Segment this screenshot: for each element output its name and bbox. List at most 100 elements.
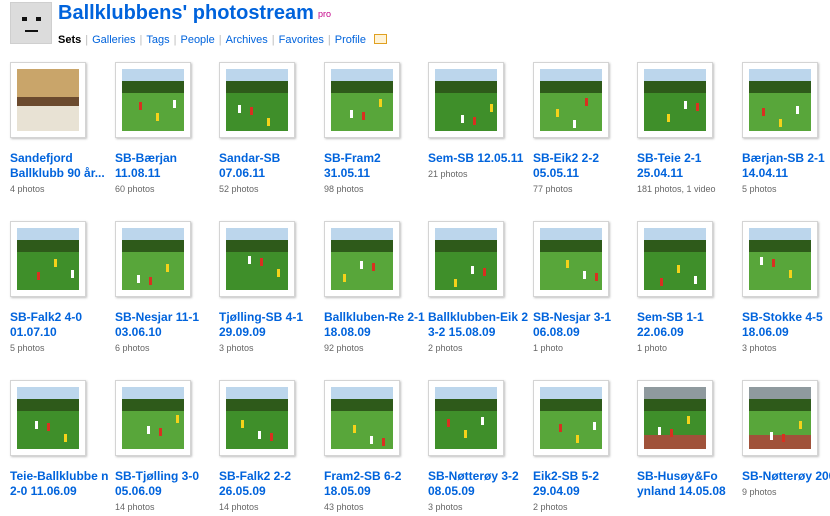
set-thumbnail[interactable] bbox=[637, 62, 713, 138]
envelope-icon[interactable] bbox=[373, 34, 387, 44]
set-thumbnail[interactable] bbox=[10, 62, 86, 138]
set-title[interactable]: Fram2-SB 6-2 18.05.09 bbox=[324, 469, 428, 499]
thumb-player bbox=[156, 113, 159, 121]
set-thumbnail[interactable] bbox=[637, 380, 713, 456]
set-thumbnail[interactable] bbox=[428, 380, 504, 456]
thumb-field bbox=[226, 410, 288, 449]
set-title[interactable]: SB-Eik2 2-2 05.05.11 bbox=[533, 151, 637, 181]
photo-set[interactable]: SB-Eik2 2-2 05.05.11 77 photos bbox=[533, 62, 637, 194]
photo-set[interactable]: SB-Fram2 31.05.11 98 photos bbox=[324, 62, 428, 194]
set-title[interactable]: Sem-SB 12.05.11 bbox=[428, 151, 532, 166]
photo-set[interactable]: SB-Tjølling 3-0 05.06.09 14 photos bbox=[115, 380, 219, 512]
photo-set[interactable]: SB-Nesjar 3-1 06.08.09 1 photo bbox=[533, 221, 637, 353]
set-title[interactable]: SB-Husøy&Fo ynland 14.05.08 bbox=[637, 469, 741, 499]
set-title[interactable]: SB-Bærjan 11.08.11 bbox=[115, 151, 219, 181]
photo-set[interactable]: Tjølling-SB 4-1 29.09.09 3 photos bbox=[219, 221, 323, 353]
set-thumbnail[interactable] bbox=[324, 62, 400, 138]
thumb-player bbox=[64, 434, 67, 442]
set-title[interactable]: Sandefjord Ballklubb 90 år... bbox=[10, 151, 114, 181]
thumb-trees bbox=[540, 81, 602, 93]
set-thumbnail[interactable] bbox=[219, 221, 295, 297]
set-title[interactable]: SB-Nesjar 3-1 06.08.09 bbox=[533, 310, 637, 340]
set-thumbnail[interactable] bbox=[115, 221, 191, 297]
thumb-trees bbox=[644, 81, 706, 93]
set-thumbnail[interactable] bbox=[637, 221, 713, 297]
set-thumbnail[interactable] bbox=[115, 62, 191, 138]
photo-set[interactable]: SB-Nesjar 11-1 03.06.10 6 photos bbox=[115, 221, 219, 353]
set-title[interactable]: Teie-Ballklubbe n 2-0 11.06.09 bbox=[10, 469, 114, 499]
set-thumbnail[interactable] bbox=[219, 380, 295, 456]
set-thumbnail[interactable] bbox=[533, 380, 609, 456]
set-thumbnail[interactable] bbox=[324, 380, 400, 456]
nav-people[interactable]: People bbox=[180, 34, 214, 46]
photo-set[interactable]: SB-Falk2 2-2 26.05.09 14 photos bbox=[219, 380, 323, 512]
nav-favorites[interactable]: Favorites bbox=[279, 34, 324, 46]
set-title[interactable]: Tjølling-SB 4-1 29.09.09 bbox=[219, 310, 323, 340]
thumb-player bbox=[350, 110, 353, 118]
thumb-player bbox=[573, 120, 576, 128]
photo-set[interactable]: Ballklubben-Eik 2 3-2 15.08.09 2 photos bbox=[428, 221, 532, 353]
nav-tags[interactable]: Tags bbox=[146, 34, 169, 46]
set-title[interactable]: SB-Tjølling 3-0 05.06.09 bbox=[115, 469, 219, 499]
set-thumbnail[interactable] bbox=[324, 221, 400, 297]
photo-set[interactable]: Fram2-SB 6-2 18.05.09 43 photos bbox=[324, 380, 428, 512]
set-thumbnail[interactable] bbox=[115, 380, 191, 456]
thumb-player bbox=[779, 119, 782, 127]
photo-set[interactable]: SB-Nøtterøy 2007 9 photos bbox=[742, 380, 830, 497]
set-title[interactable]: SB-Teie 2-1 25.04.11 bbox=[637, 151, 741, 181]
set-thumbnail[interactable] bbox=[533, 62, 609, 138]
set-title[interactable]: Ballklubben-Eik 2 3-2 15.08.09 bbox=[428, 310, 532, 340]
set-title[interactable]: SB-Nøtterøy 2007 bbox=[742, 469, 830, 484]
photo-set[interactable]: SB-Teie 2-1 25.04.11 181 photos, 1 video bbox=[637, 62, 741, 194]
photo-set[interactable]: Sem-SB 1-1 22.06.09 1 photo bbox=[637, 221, 741, 353]
thumb-player bbox=[270, 433, 273, 441]
nav-archives[interactable]: Archives bbox=[226, 34, 268, 46]
photo-set[interactable]: Teie-Ballklubbe n 2-0 11.06.09 bbox=[10, 380, 114, 502]
thumb-player bbox=[447, 419, 450, 427]
set-title[interactable]: SB-Nesjar 11-1 03.06.10 bbox=[115, 310, 219, 340]
set-title[interactable]: Sem-SB 1-1 22.06.09 bbox=[637, 310, 741, 340]
set-title[interactable]: SB-Falk2 2-2 26.05.09 bbox=[219, 469, 323, 499]
photo-set[interactable]: SB-Bærjan 11.08.11 60 photos bbox=[115, 62, 219, 194]
photo-set[interactable]: Sem-SB 12.05.11 21 photos bbox=[428, 62, 532, 179]
set-thumbnail[interactable] bbox=[428, 221, 504, 297]
set-title[interactable]: Sandar-SB 07.06.11 bbox=[219, 151, 323, 181]
set-thumbnail[interactable] bbox=[742, 380, 818, 456]
nav-profile[interactable]: Profile bbox=[335, 34, 366, 46]
photo-set[interactable]: Ballkluben-Re 2-1 18.08.09 92 photos bbox=[324, 221, 428, 353]
set-thumbnail[interactable] bbox=[428, 62, 504, 138]
set-photo-count: 2 photos bbox=[533, 502, 568, 512]
photo-set[interactable]: SB-Falk2 4-0 01.07.10 5 photos bbox=[10, 221, 114, 353]
photo-set[interactable]: SB-Husøy&Fo ynland 14.05.08 bbox=[637, 380, 741, 502]
photo-set[interactable]: Sandefjord Ballklubb 90 år... 4 photos bbox=[10, 62, 114, 194]
thumb-field bbox=[122, 410, 184, 449]
photo-set[interactable]: Sandar-SB 07.06.11 52 photos bbox=[219, 62, 323, 194]
set-thumbnail[interactable] bbox=[533, 221, 609, 297]
thumb-player bbox=[770, 432, 773, 440]
photo-set[interactable]: SB-Nøtterøy 3-2 08.05.09 3 photos bbox=[428, 380, 532, 512]
set-thumbnail[interactable] bbox=[10, 380, 86, 456]
thumb-player bbox=[258, 431, 261, 439]
set-thumbnail[interactable] bbox=[219, 62, 295, 138]
thumb-player bbox=[576, 435, 579, 443]
set-title[interactable]: Eik2-SB 5-2 29.04.09 bbox=[533, 469, 637, 499]
nav-galleries[interactable]: Galleries bbox=[92, 34, 135, 46]
set-title[interactable]: Ballkluben-Re 2-1 18.08.09 bbox=[324, 310, 428, 340]
photo-set[interactable]: Eik2-SB 5-2 29.04.09 2 photos bbox=[533, 380, 637, 512]
set-thumbnail[interactable] bbox=[742, 62, 818, 138]
page-title[interactable]: Ballklubbens' photostream bbox=[58, 2, 314, 25]
photo-set[interactable]: Bærjan-SB 2-1 14.04.11 5 photos bbox=[742, 62, 830, 194]
set-thumbnail[interactable] bbox=[10, 221, 86, 297]
set-title[interactable]: SB-Nøtterøy 3-2 08.05.09 bbox=[428, 469, 532, 499]
pro-badge[interactable]: pro bbox=[318, 9, 331, 19]
set-title[interactable]: SB-Falk2 4-0 01.07.10 bbox=[10, 310, 114, 340]
thumb-trees bbox=[122, 399, 184, 411]
set-title[interactable]: Bærjan-SB 2-1 14.04.11 bbox=[742, 151, 830, 181]
set-thumbnail[interactable] bbox=[742, 221, 818, 297]
set-title[interactable]: SB-Fram2 31.05.11 bbox=[324, 151, 428, 181]
photo-set[interactable]: SB-Stokke 4-5 18.06.09 3 photos bbox=[742, 221, 830, 353]
set-thumbnail-image bbox=[749, 387, 811, 449]
nav-sets[interactable]: Sets bbox=[58, 34, 81, 46]
buddy-icon[interactable] bbox=[10, 2, 52, 44]
set-title[interactable]: SB-Stokke 4-5 18.06.09 bbox=[742, 310, 830, 340]
